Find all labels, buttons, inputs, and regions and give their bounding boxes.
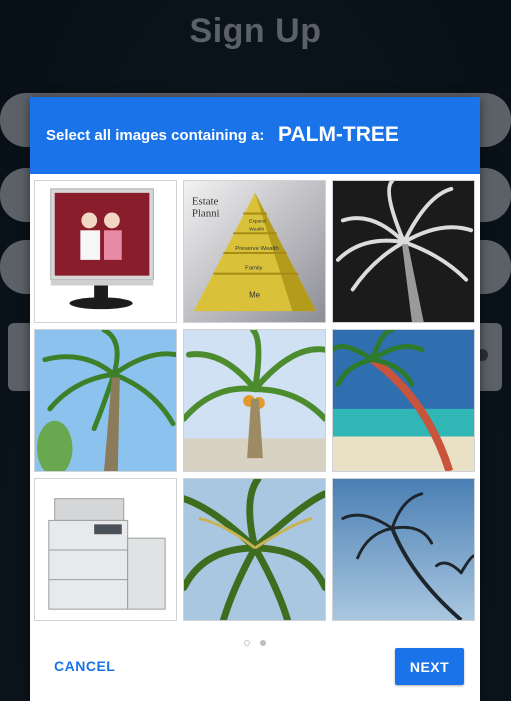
page-dot-1 — [244, 640, 250, 646]
image-tile-monitor[interactable] — [34, 180, 177, 323]
palm-sky-2-image — [333, 479, 474, 620]
pyramid-image: Estate Planni Expand Wealth Preserve Wea… — [184, 181, 325, 322]
page-title: Sign Up — [189, 12, 322, 50]
palm-garden-image — [184, 330, 325, 471]
captcha-modal: Select all images containing a: PALM-TRE… — [30, 97, 480, 701]
captcha-target: PALM-TREE — [278, 123, 399, 146]
palm-top-image — [184, 479, 325, 620]
captcha-header: Select all images containing a: PALM-TRE… — [30, 97, 480, 174]
pyramid-label-wealth: Wealth — [249, 226, 264, 232]
next-button[interactable]: NEXT — [395, 648, 464, 685]
page-dot-2 — [260, 640, 266, 646]
image-tile-palm-sky-2[interactable] — [332, 478, 475, 621]
page-indicator — [30, 633, 480, 646]
pyramid-label-estate: Estate — [192, 196, 219, 208]
image-tile-palm-beach[interactable] — [332, 329, 475, 472]
image-tile-palm-top[interactable] — [183, 478, 326, 621]
palm-bw-image — [333, 181, 474, 322]
pyramid-label-expand: Expand — [249, 218, 266, 224]
pyramid-label-planni: Planni — [192, 207, 220, 219]
pyramid-label-preserve: Preserve Wealth — [235, 246, 279, 252]
cancel-button[interactable]: CANCEL — [44, 649, 144, 683]
image-tile-copier[interactable] — [34, 478, 177, 621]
pyramid-label-family: Family — [245, 266, 262, 272]
monitor-image — [35, 181, 176, 322]
captcha-prompt: Select all images containing a: — [46, 127, 265, 144]
palm-beach-image — [333, 330, 474, 471]
image-tile-palm-bw[interactable] — [332, 180, 475, 323]
image-grid: Estate Planni Expand Wealth Preserve Wea… — [34, 180, 476, 621]
image-tile-palm-sky[interactable] — [34, 329, 177, 472]
copier-image — [35, 479, 176, 620]
palm-sky-image — [35, 330, 176, 471]
image-tile-pyramid[interactable]: Estate Planni Expand Wealth Preserve Wea… — [183, 180, 326, 323]
pyramid-label-me: Me — [249, 290, 261, 299]
image-tile-palm-garden[interactable] — [183, 329, 326, 472]
